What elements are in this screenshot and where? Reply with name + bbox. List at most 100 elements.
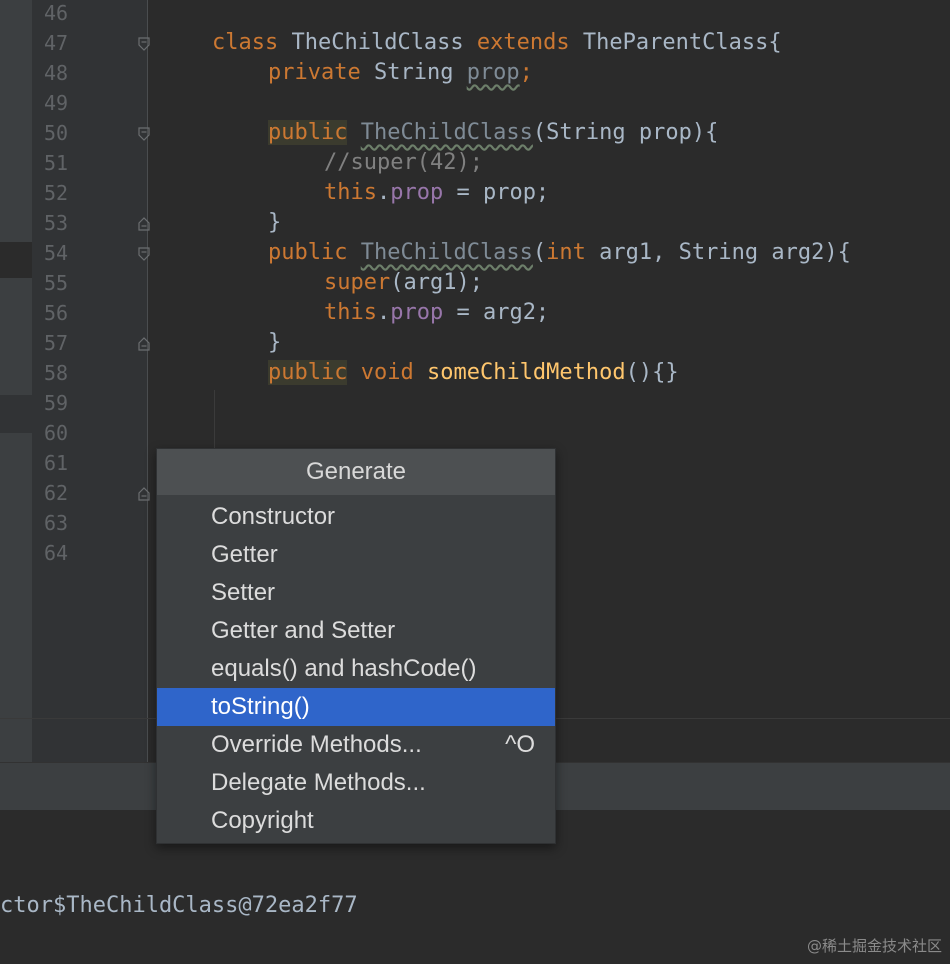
line-number: 59 [44,391,69,415]
code-token: String arg2){ [678,240,851,265]
line-number: 55 [44,271,69,295]
code-line-54[interactable]: public TheChildClass(int arg1, String ar… [268,238,851,268]
code-line-58[interactable]: public void someChildMethod(){} [268,358,679,388]
line-number: 54 [44,241,69,265]
left-strip-selected[interactable] [0,242,32,278]
popup-item-constructor[interactable]: Constructor [157,498,555,536]
line-number: 64 [44,541,69,565]
line-number: 51 [44,151,69,175]
code-comment: //super(42); [324,150,483,175]
code-line-50[interactable]: public TheChildClass(String prop){ [268,118,718,148]
line-number: 47 [44,31,69,55]
fold-close-icon[interactable] [137,217,151,231]
line-number: 52 [44,181,69,205]
line-number: 61 [44,451,69,475]
code-token: ( [532,240,547,265]
code-token: = arg2; [443,300,550,325]
code-line-56[interactable]: this.prop = arg2; [324,298,549,328]
code-token: (){} [625,360,679,385]
code-token: = prop; [443,180,550,205]
code-token: arg1, [585,240,679,265]
popup-item-getter-and-setter[interactable]: Getter and Setter [157,612,555,650]
watermark: @稀土掘金技术社区 [806,937,942,955]
line-number: 57 [44,331,69,355]
code-token: . [376,300,391,325]
code-line-55[interactable]: super(arg1); [324,268,483,298]
code-line-52[interactable]: this.prop = prop; [324,178,549,208]
popup-item-override-methods[interactable]: Override Methods... ^O [157,726,555,764]
code-token: void [360,360,427,385]
line-number: 48 [44,61,69,85]
popup-item-label: Setter [211,579,276,606]
code-line-53[interactable]: } [268,208,281,238]
line-number: 62 [44,481,69,505]
left-strip-band [0,395,32,433]
code-token: someChildMethod [426,360,626,385]
popup-item-label: Delegate Methods... [211,769,426,796]
popup-item-label: Constructor [211,503,336,530]
fold-open-icon[interactable] [137,127,151,141]
popup-item-tostring[interactable]: toString() [157,688,555,726]
line-number: 63 [44,511,69,535]
code-token: TheChildClass [291,30,477,55]
popup-item-label: Getter [211,541,278,568]
code-line-48[interactable]: private String prop; [268,58,533,88]
code-token: } [268,210,282,235]
popup-item-copyright[interactable]: Copyright [157,802,555,840]
code-line-51[interactable]: //super(42); [324,148,483,178]
line-number: 50 [44,121,69,145]
code-line-47[interactable]: class TheChildClass extends TheParentCla… [212,28,782,58]
code-token: prop [390,300,444,325]
popup-item-label: equals() and hashCode() [211,655,477,682]
popup-item-equals-hashcode[interactable]: equals() and hashCode() [157,650,555,688]
popup-item-label: Override Methods... [211,731,422,758]
code-token: this [324,300,377,325]
code-token: ; [519,60,533,85]
code-token: int [546,240,586,265]
code-token: . [376,180,391,205]
fold-close-icon[interactable] [137,337,151,351]
code-token: TheParentClass{ [582,30,782,55]
code-token: public [268,240,348,265]
code-token: (String prop){ [532,120,719,145]
code-token: class [212,30,292,55]
code-token: TheChildClass [360,240,533,265]
fold-close-icon[interactable] [137,487,151,501]
line-number: 56 [44,301,69,325]
generate-popup: Generate Constructor Getter Setter Gette… [156,448,556,844]
line-number: 53 [44,211,69,235]
gutter-divider [147,0,148,762]
code-token: prop [390,180,444,205]
code-token: extends [476,30,583,55]
code-token: TheChildClass [360,120,533,145]
code-token: this [324,180,377,205]
code-token: super [324,270,391,295]
line-number: 58 [44,361,69,385]
left-tool-strip [0,0,32,762]
code-token: public [268,360,348,385]
popup-item-label: toString() [211,693,310,720]
popup-item-delegate-methods[interactable]: Delegate Methods... [157,764,555,802]
code-token: prop [466,60,520,85]
fold-open-icon[interactable] [137,247,151,261]
popup-title: Generate [157,449,555,495]
code-token: (arg1); [390,270,483,295]
code-token: private [268,60,374,85]
popup-item-getter[interactable]: Getter [157,536,555,574]
code-token: } [268,330,282,355]
popup-item-label: Copyright [211,807,314,834]
line-number: 49 [44,91,69,115]
line-number: 46 [44,1,69,25]
console-output: ctor$TheChildClass@72ea2f77 [0,893,358,918]
code-token: public [268,120,348,145]
fold-open-icon[interactable] [137,37,151,51]
popup-item-setter[interactable]: Setter [157,574,555,612]
code-token: String [373,60,467,85]
popup-item-label: Getter and Setter [211,617,396,644]
code-line-57[interactable]: } [268,328,281,358]
popup-item-shortcut: ^O [505,731,535,758]
line-number: 60 [44,421,69,445]
